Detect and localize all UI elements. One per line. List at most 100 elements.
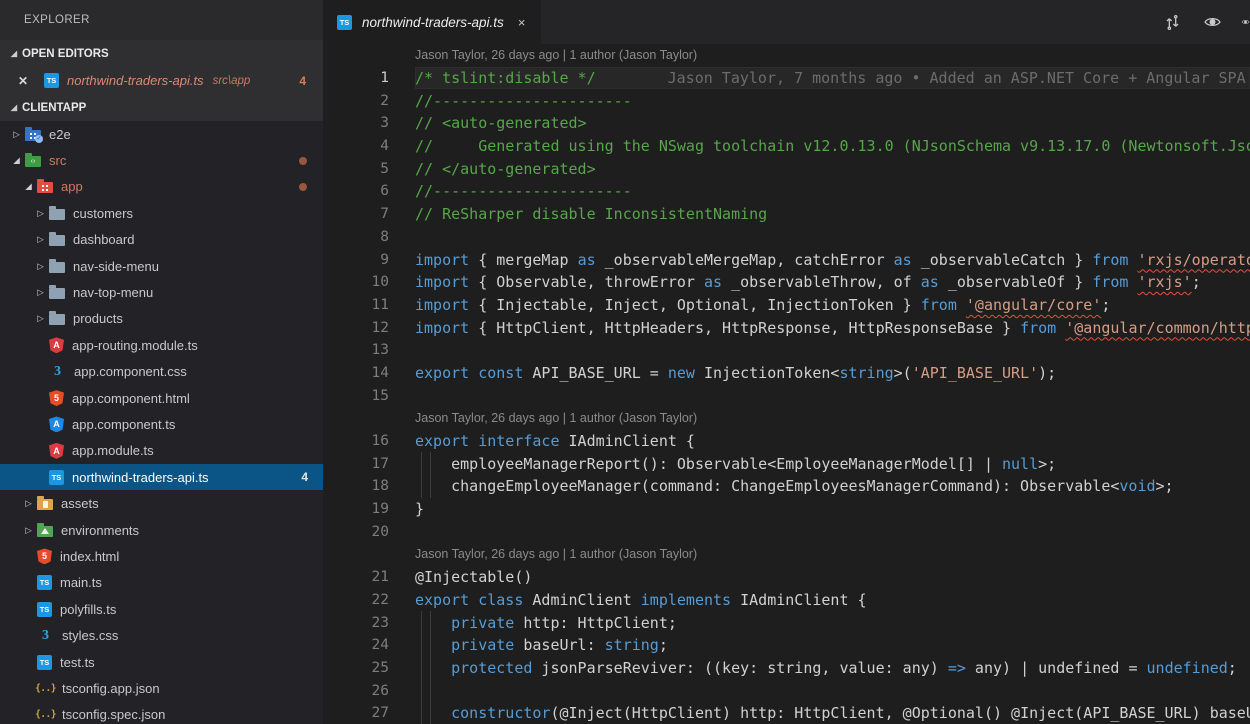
- folder-e2e-icon: ✓: [25, 130, 41, 141]
- tree-item-label: app: [61, 179, 83, 194]
- tree-item-northwind-traders-api.ts[interactable]: TSnorthwind-traders-api.ts4: [0, 464, 323, 490]
- codelens-text[interactable]: Jason Taylor, 26 days ago | 1 author (Ja…: [323, 411, 697, 425]
- tree-item-environments[interactable]: ▷environments: [0, 517, 323, 543]
- codelens-row[interactable]: Jason Taylor, 26 days ago | 1 author (Ja…: [323, 543, 1250, 566]
- code-line[interactable]: 3// <auto-generated>: [323, 112, 1250, 135]
- line-content: constructor(@Inject(HttpClient) http: Ht…: [415, 702, 1250, 724]
- line-number: 14: [323, 365, 415, 381]
- code-line[interactable]: 1/* tslint:disable */Jason Taylor, 7 mon…: [323, 67, 1250, 90]
- code-line[interactable]: 24 private baseUrl: string;: [323, 634, 1250, 657]
- line-number: 4: [323, 138, 415, 154]
- code-line[interactable]: 21@Injectable(): [323, 566, 1250, 589]
- codelens-text[interactable]: Jason Taylor, 26 days ago | 1 author (Ja…: [323, 547, 697, 561]
- code-line[interactable]: 16export interface IAdminClient {: [323, 430, 1250, 453]
- tree-item-dashboard[interactable]: ▷dashboard: [0, 227, 323, 253]
- code-editor[interactable]: Jason Taylor, 26 days ago | 1 author (Ja…: [323, 44, 1250, 724]
- typescript-icon: TS: [49, 470, 64, 485]
- code-line[interactable]: 12import { HttpClient, HttpHeaders, Http…: [323, 316, 1250, 339]
- code-line[interactable]: 23 private http: HttpClient;: [323, 611, 1250, 634]
- close-editor-icon[interactable]: ✕: [18, 74, 34, 88]
- codelens-text[interactable]: Jason Taylor, 26 days ago | 1 author (Ja…: [323, 48, 697, 62]
- code-line[interactable]: 6//----------------------: [323, 180, 1250, 203]
- code-line[interactable]: 25 protected jsonParseReviver: ((key: st…: [323, 657, 1250, 680]
- line-content: [415, 679, 1250, 702]
- tree-item-polyfills.ts[interactable]: TSpolyfills.ts: [0, 596, 323, 622]
- codelens-row[interactable]: Jason Taylor, 26 days ago | 1 author (Ja…: [323, 407, 1250, 430]
- open-editor-item[interactable]: ✕TSnorthwind-traders-api.tssrc\app4: [0, 67, 323, 94]
- close-tab-icon[interactable]: ×: [514, 13, 530, 32]
- code-line[interactable]: 22export class AdminClient implements IA…: [323, 589, 1250, 612]
- code-line[interactable]: 7// ReSharper disable InconsistentNaming: [323, 203, 1250, 226]
- code-line[interactable]: 17 employeeManagerReport(): Observable<E…: [323, 452, 1250, 475]
- tree-item-label: nav-side-menu: [73, 259, 159, 274]
- code-line[interactable]: 11import { Injectable, Inject, Optional,…: [323, 294, 1250, 317]
- line-number: 1: [323, 70, 415, 86]
- tree-item-label: index.html: [60, 549, 119, 564]
- code-line[interactable]: 19}: [323, 498, 1250, 521]
- editor-actions: [1161, 0, 1250, 44]
- line-content: [415, 520, 1250, 543]
- code-line[interactable]: 18 changeEmployeeManager(command: Change…: [323, 475, 1250, 498]
- tree-item-nav-top-menu[interactable]: ▷nav-top-menu: [0, 279, 323, 305]
- line-content: // <auto-generated>: [415, 112, 1250, 135]
- tree-item-test.ts[interactable]: TStest.ts: [0, 649, 323, 675]
- open-changes-icon[interactable]: [1161, 11, 1183, 33]
- open-editors-header[interactable]: ◢ OPEN EDITORS: [0, 40, 323, 67]
- line-content: [415, 384, 1250, 407]
- html5-icon: 5: [37, 548, 52, 564]
- project-section-header[interactable]: ◢ CLIENTAPP: [0, 94, 323, 121]
- tree-item-e2e[interactable]: ▷✓e2e: [0, 121, 323, 147]
- tree-item-nav-side-menu[interactable]: ▷nav-side-menu: [0, 253, 323, 279]
- clipped-action-icon[interactable]: [1241, 11, 1250, 33]
- indent-guide: [421, 611, 422, 634]
- tree-item-app.component.css[interactable]: 3app.component.css: [0, 359, 323, 385]
- tree-item-label: polyfills.ts: [60, 602, 116, 617]
- code-line[interactable]: 8: [323, 226, 1250, 249]
- line-content: }: [415, 498, 1250, 521]
- code-line[interactable]: 13: [323, 339, 1250, 362]
- code-line[interactable]: 26: [323, 679, 1250, 702]
- chevron-collapsed-icon: ▷: [32, 234, 49, 245]
- tree-item-app-routing.module.ts[interactable]: Aapp-routing.module.ts: [0, 332, 323, 358]
- code-line[interactable]: 20: [323, 520, 1250, 543]
- tree-item-customers[interactable]: ▷customers: [0, 200, 323, 226]
- tree-item-tsconfig.spec.json[interactable]: {..}tsconfig.spec.json: [0, 702, 323, 724]
- codelens-row[interactable]: Jason Taylor, 26 days ago | 1 author (Ja…: [323, 44, 1250, 67]
- tree-item-app.component.ts[interactable]: Aapp.component.ts: [0, 411, 323, 437]
- typescript-icon: TS: [37, 655, 52, 670]
- code-line[interactable]: 4// Generated using the NSwag toolchain …: [323, 135, 1250, 158]
- line-number: 12: [323, 320, 415, 336]
- tree-item-app.component.html[interactable]: 5app.component.html: [0, 385, 323, 411]
- tab-northwind-traders-api[interactable]: TS northwind-traders-api.ts ×: [323, 0, 541, 44]
- tree-item-label: app.component.html: [72, 391, 190, 406]
- code-line[interactable]: 14export const API_BASE_URL = new Inject…: [323, 362, 1250, 385]
- tree-item-label: src: [49, 153, 66, 168]
- tree-item-tsconfig.app.json[interactable]: {..}tsconfig.app.json: [0, 675, 323, 701]
- code-line[interactable]: 9import { mergeMap as _observableMergeMa…: [323, 248, 1250, 271]
- code-line[interactable]: 10import { Observable, throwError as _ob…: [323, 271, 1250, 294]
- chevron-collapsed-icon: ▷: [20, 525, 37, 536]
- tab-title: northwind-traders-api.ts: [362, 15, 504, 30]
- line-number: 15: [323, 388, 415, 404]
- tree-item-assets[interactable]: ▷assets: [0, 490, 323, 516]
- tree-item-app.module.ts[interactable]: Aapp.module.ts: [0, 438, 323, 464]
- toggle-blame-eye-icon[interactable]: [1201, 11, 1223, 33]
- code-line[interactable]: 5// </auto-generated>: [323, 157, 1250, 180]
- code-line[interactable]: 27 constructor(@Inject(HttpClient) http:…: [323, 702, 1250, 724]
- line-content: private http: HttpClient;: [415, 611, 1250, 634]
- tree-item-label: customers: [73, 206, 133, 221]
- folder-icon: [49, 235, 65, 246]
- tree-item-label: tsconfig.app.json: [62, 681, 160, 696]
- tree-item-index.html[interactable]: 5 index.html: [0, 543, 323, 569]
- code-line[interactable]: 15: [323, 384, 1250, 407]
- chevron-collapsed-icon: ▷: [32, 287, 49, 298]
- line-content: [415, 339, 1250, 362]
- tree-item-products[interactable]: ▷products: [0, 306, 323, 332]
- line-number: 8: [323, 229, 415, 245]
- tree-item-app[interactable]: ◢app: [0, 174, 323, 200]
- tree-item-styles.css[interactable]: 3styles.css: [0, 622, 323, 648]
- tree-item-main.ts[interactable]: TSmain.ts: [0, 570, 323, 596]
- code-line[interactable]: 2//----------------------: [323, 89, 1250, 112]
- indent-guide: [421, 475, 422, 498]
- tree-item-src[interactable]: ◢‹›src: [0, 147, 323, 173]
